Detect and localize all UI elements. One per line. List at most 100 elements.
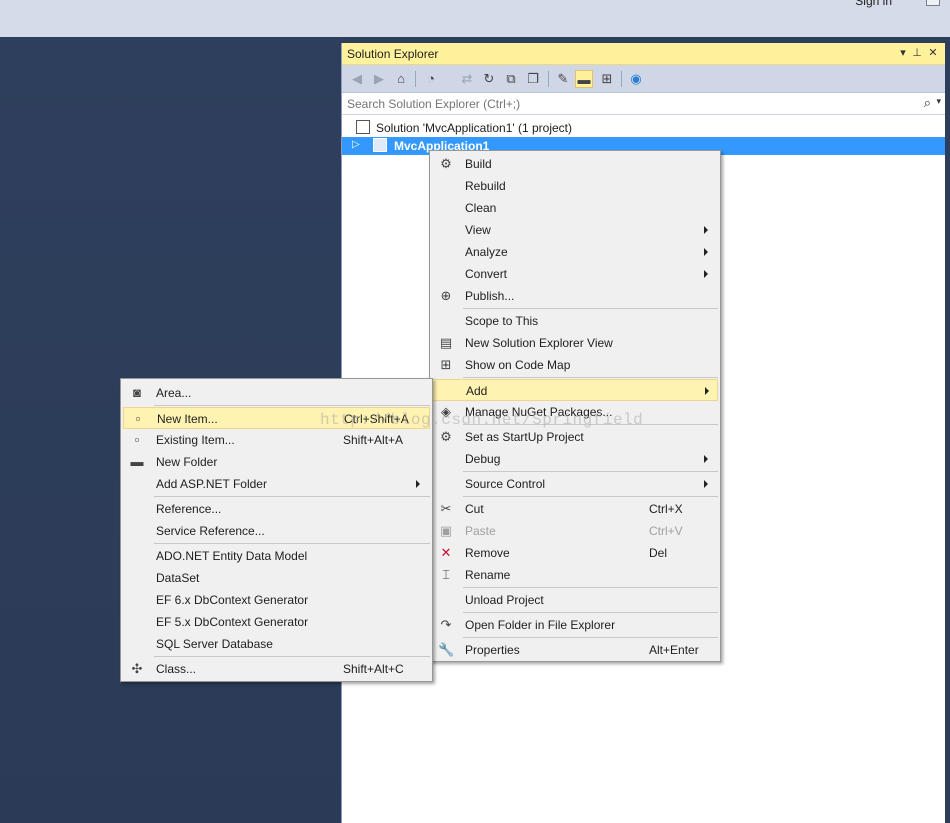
menu-item-label: Unload Project — [465, 593, 544, 607]
project-context-menu: ⚙ Build Rebuild Clean View Analyze Convert ⊕ Pub… — [429, 150, 721, 662]
search-icon[interactable]: ⌕ — [924, 95, 931, 111]
menu-item-new-folder[interactable]: ▬ New Folder — [123, 451, 430, 473]
menu-separator — [154, 656, 430, 657]
menu-separator — [463, 587, 718, 588]
open-folder-icon: ↷ — [440, 617, 452, 632]
menu-item-label: Source Control — [465, 477, 546, 491]
properties-icon[interactable]: ✎ — [554, 70, 572, 88]
menu-item-shortcut: Shift+Alt+C — [343, 662, 404, 676]
home-icon[interactable]: ⌂ — [392, 70, 410, 88]
window-position-dropdown-icon[interactable]: ▾ — [896, 46, 910, 59]
preview-icon[interactable]: ▬ — [575, 70, 593, 88]
menu-item-scope-to-this[interactable]: Scope to This — [432, 310, 718, 332]
solution-explorer-toolbar: ◀ ▶ ⌂ ◔ ⇄ ↻ ⧉ ❐ ✎ ▬ ⊞ ◉ — [342, 65, 945, 93]
globe-icon[interactable]: ◉ — [627, 70, 645, 88]
menu-separator — [463, 471, 718, 472]
menu-item-service-reference[interactable]: Service Reference... — [123, 520, 430, 542]
history-icon[interactable]: ◔ — [422, 70, 440, 88]
menu-item-area[interactable]: ◙ Area... — [123, 382, 430, 404]
menu-item-label: New Item... — [157, 412, 218, 426]
refresh-icon[interactable]: ↻ — [480, 70, 498, 88]
menu-item-add[interactable]: Add — [432, 379, 718, 401]
menu-item-publish[interactable]: ⊕ Publish... — [432, 285, 718, 307]
menu-item-shortcut: Ctrl+V — [649, 524, 683, 538]
menu-item-label: SQL Server Database — [156, 637, 273, 651]
menu-item-sql-server-database[interactable]: SQL Server Database — [123, 633, 430, 655]
menu-item-label: Class... — [156, 662, 197, 676]
solution-explorer-header: Solution Explorer ▾ ⊥ ✕ — [342, 43, 945, 65]
collapse-all-icon[interactable]: ⧉ — [502, 70, 520, 88]
menu-item-rebuild[interactable]: Rebuild — [432, 175, 718, 197]
menu-item-label: EF 5.x DbContext Generator — [156, 615, 309, 629]
menu-item-label: EF 6.x DbContext Generator — [156, 593, 309, 607]
menu-item-label: Rename — [465, 568, 511, 582]
menu-item-label: New Folder — [156, 455, 218, 469]
menu-item-label: ADO.NET Entity Data Model — [156, 549, 308, 563]
forward-icon[interactable]: ▶ — [370, 70, 388, 88]
menu-item-label: Cut — [465, 502, 484, 516]
code-map-icon: ⊞ — [440, 357, 452, 372]
menu-item-cut[interactable]: ✂ Cut Ctrl+X — [432, 498, 718, 520]
menu-item-set-as-startup-project[interactable]: ⚙ Set as StartUp Project — [432, 426, 718, 448]
sync-icon[interactable]: ⇄ — [458, 70, 476, 88]
menu-item-rename[interactable]: ⌶ Rename — [432, 564, 718, 586]
menu-item-ef-5-x-dbcontext-generator[interactable]: EF 5.x DbContext Generator — [123, 611, 430, 633]
menu-item-new-solution-explorer-view[interactable]: ▤ New Solution Explorer View — [432, 332, 718, 354]
wrench-icon: 🔧 — [438, 642, 455, 657]
existing-item-icon: ▫ — [134, 432, 140, 447]
menu-item-add-asp-net-folder[interactable]: Add ASP.NET Folder — [123, 473, 430, 495]
menu-item-existing-item[interactable]: ▫ Existing Item... Shift+Alt+A — [123, 429, 430, 451]
menu-item-label: DataSet — [156, 571, 200, 585]
close-icon[interactable]: ✕ — [926, 46, 940, 59]
menu-item-open-folder-in-file-explorer[interactable]: ↷ Open Folder in File Explorer — [432, 614, 718, 636]
menu-item-shortcut: Shift+Alt+A — [343, 433, 404, 447]
menu-item-dataset[interactable]: DataSet — [123, 567, 430, 589]
menu-item-label: New Solution Explorer View — [465, 336, 613, 350]
menu-item-label: Area... — [156, 386, 192, 400]
feedback-icon[interactable] — [926, 0, 940, 6]
menu-item-class[interactable]: ✣ Class... Shift+Alt+C — [123, 658, 430, 680]
menu-item-paste: ▣ Paste Ctrl+V — [432, 520, 718, 542]
menu-item-source-control[interactable]: Source Control — [432, 473, 718, 495]
pin-icon[interactable]: ⊥ — [910, 46, 924, 59]
menu-item-analyze[interactable]: Analyze — [432, 241, 718, 263]
menu-item-label: Convert — [465, 267, 508, 281]
menu-item-build[interactable]: ⚙ Build — [432, 153, 718, 175]
tree-row-solution[interactable]: Solution 'MvcApplication1' (1 project) — [342, 119, 945, 137]
new-folder-icon: ▬ — [130, 454, 144, 469]
sign-in-link[interactable]: Sign in — [855, 0, 892, 8]
web-project-icon — [373, 138, 387, 152]
submenu-arrow-icon — [704, 455, 708, 463]
menu-item-remove[interactable]: ✕ Remove Del — [432, 542, 718, 564]
menu-separator — [463, 377, 718, 378]
menu-item-label: Add ASP.NET Folder — [156, 477, 267, 491]
menu-separator — [463, 308, 718, 309]
menu-item-label: Existing Item... — [156, 433, 235, 447]
menu-item-debug[interactable]: Debug — [432, 448, 718, 470]
search-input[interactable] — [342, 93, 902, 115]
rename-icon: ⌶ — [442, 567, 450, 582]
menu-item-ef-6-x-dbcontext-generator[interactable]: EF 6.x DbContext Generator — [123, 589, 430, 611]
submenu-arrow-icon — [704, 226, 708, 234]
code-map-icon[interactable]: ⊞ — [598, 70, 616, 88]
submenu-arrow-icon — [704, 480, 708, 488]
menu-separator — [154, 496, 430, 497]
menu-item-ado-net-entity-data-model[interactable]: ADO.NET Entity Data Model — [123, 545, 430, 567]
menu-item-unload-project[interactable]: Unload Project — [432, 589, 718, 611]
menu-item-view[interactable]: View — [432, 219, 718, 241]
toolbar-separator — [621, 71, 622, 87]
back-icon[interactable]: ◀ — [348, 70, 366, 88]
menu-item-clean[interactable]: Clean — [432, 197, 718, 219]
menu-separator — [463, 496, 718, 497]
expand-icon[interactable]: ▷ — [352, 139, 360, 150]
search-options-icon[interactable]: ▾ — [936, 96, 941, 107]
area-icon: ◙ — [133, 385, 141, 400]
submenu-arrow-icon — [705, 387, 709, 395]
menu-item-show-on-code-map[interactable]: ⊞ Show on Code Map — [432, 354, 718, 376]
menu-item-shortcut: Alt+Enter — [649, 643, 699, 657]
menu-item-properties[interactable]: 🔧 Properties Alt+Enter — [432, 639, 718, 661]
menu-separator — [154, 543, 430, 544]
menu-item-reference[interactable]: Reference... — [123, 498, 430, 520]
menu-item-convert[interactable]: Convert — [432, 263, 718, 285]
copy-icon[interactable]: ❐ — [524, 70, 542, 88]
